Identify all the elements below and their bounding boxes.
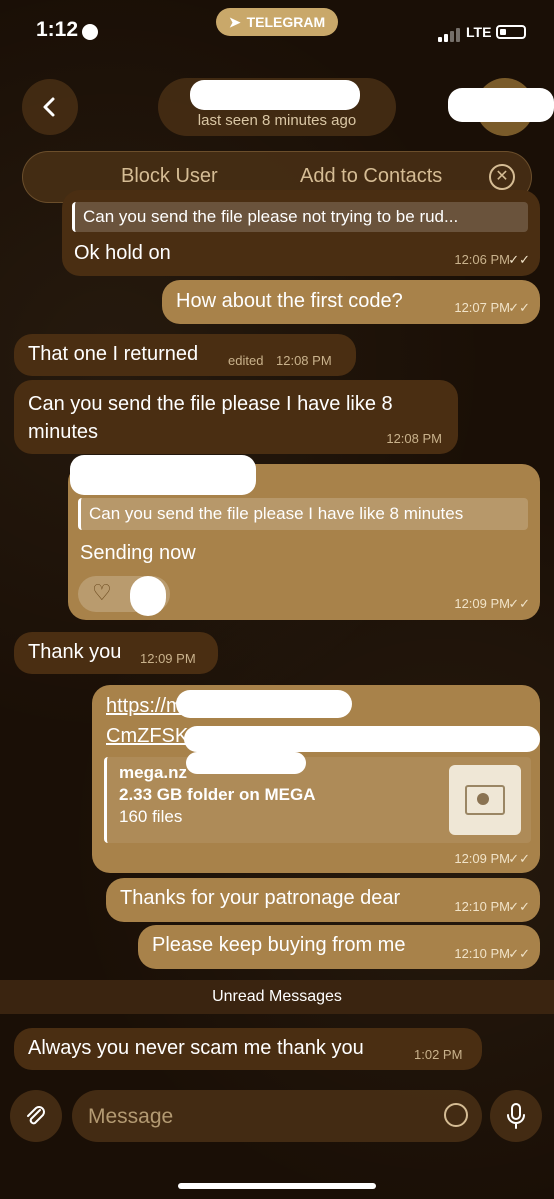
redaction-mark <box>190 80 360 110</box>
edited-label: edited <box>228 353 264 368</box>
microphone-icon <box>507 1103 525 1129</box>
sticker-icon[interactable] <box>444 1103 468 1127</box>
message-time: 1:02 PM <box>414 1047 463 1062</box>
message-bubble[interactable]: Always you never scam me thank you 1:02 … <box>14 1028 482 1070</box>
add-to-contacts-button[interactable]: Add to Contacts <box>300 165 442 188</box>
message-time: 12:09 PM <box>454 851 510 866</box>
home-indicator[interactable] <box>178 1183 376 1189</box>
face-icon <box>82 24 98 40</box>
message-time: 12:10 PM <box>454 946 510 961</box>
attach-button[interactable] <box>10 1090 62 1142</box>
status-time: 1:12 <box>36 18 79 41</box>
message-bubble[interactable]: Thank you 12:09 PM <box>14 632 218 674</box>
telegram-banner-label: TELEGRAM <box>246 14 326 30</box>
preview-site: mega.nz <box>119 763 188 782</box>
chevron-left-icon <box>43 97 55 117</box>
message-text: Can you send the file please I have like… <box>28 393 393 443</box>
message-time: 12:08 PM <box>276 353 332 368</box>
message-text: Thanks for your patronage dear <box>120 887 401 909</box>
signal-icon <box>438 28 460 42</box>
unread-messages-banner: Unread Messages <box>0 980 554 1014</box>
reply-quote[interactable]: Can you send the file please I have like… <box>78 498 528 530</box>
last-seen-status: last seen 8 minutes ago <box>197 112 357 129</box>
back-button[interactable] <box>22 79 78 135</box>
redaction-mark <box>448 88 554 122</box>
redaction-mark <box>186 752 306 774</box>
network-label: LTE <box>466 24 492 40</box>
read-checks-icon: ✓✓ <box>508 899 530 914</box>
redaction-mark <box>176 690 352 718</box>
mega-thumbnail <box>449 765 521 835</box>
message-text: Always you never scam me thank you <box>28 1037 364 1059</box>
telegram-icon: ➤ <box>228 13 241 30</box>
preview-title: 2.33 GB folder on MEGA <box>119 785 316 804</box>
message-bubble[interactable]: Can you send the file please I have like… <box>14 380 458 454</box>
message-bubble[interactable]: Can you send the file please not trying … <box>62 190 540 276</box>
message-text: That one I returned <box>28 343 199 365</box>
message-time: 12:08 PM <box>386 431 442 446</box>
read-checks-icon: ✓✓ <box>508 252 530 267</box>
message-time: 12:10 PM <box>454 899 510 914</box>
preview-description: 160 files <box>119 807 183 826</box>
mega-logo-icon <box>477 793 489 805</box>
heart-icon: ♡ <box>92 580 112 605</box>
close-icon[interactable]: ✕ <box>489 164 515 190</box>
message-time: 12:09 PM <box>454 596 510 611</box>
message-bubble[interactable]: Please keep buying from me 12:10 PM ✓✓ <box>138 925 540 969</box>
redaction-mark <box>130 576 166 616</box>
message-bubble[interactable]: That one I returned edited 12:08 PM <box>14 334 356 376</box>
battery-icon <box>496 25 526 39</box>
read-checks-icon: ✓✓ <box>508 946 530 961</box>
telegram-banner[interactable]: ➤ TELEGRAM <box>216 8 338 36</box>
message-bubble[interactable]: How about the first code? 12:07 PM ✓✓ <box>162 280 540 324</box>
redaction-mark <box>184 726 540 752</box>
message-time: 12:09 PM <box>140 651 196 666</box>
message-bubble[interactable]: Thanks for your patronage dear 12:10 PM … <box>106 878 540 922</box>
paperclip-icon <box>27 1106 45 1125</box>
voice-record-button[interactable] <box>490 1090 542 1142</box>
message-text: Thank you <box>28 641 122 663</box>
message-input[interactable]: Message <box>72 1090 482 1142</box>
block-user-button[interactable]: Block User <box>121 165 218 188</box>
read-checks-icon: ✓✓ <box>508 300 530 315</box>
read-checks-icon: ✓✓ <box>508 851 530 866</box>
message-text: Sending now <box>80 542 196 564</box>
read-checks-icon: ✓✓ <box>508 596 530 611</box>
reply-quote[interactable]: Can you send the file please not trying … <box>72 202 528 232</box>
redaction-mark <box>70 455 256 495</box>
message-text: How about the first code? <box>176 290 403 312</box>
link-preview[interactable]: mega.nz 2.33 GB folder on MEGA 160 files <box>104 757 531 843</box>
message-time: 12:07 PM <box>454 300 510 315</box>
message-text: Please keep buying from me <box>152 934 406 956</box>
message-text: Ok hold on <box>74 242 171 264</box>
message-placeholder: Message <box>88 1105 174 1128</box>
message-time: 12:06 PM <box>454 252 510 267</box>
